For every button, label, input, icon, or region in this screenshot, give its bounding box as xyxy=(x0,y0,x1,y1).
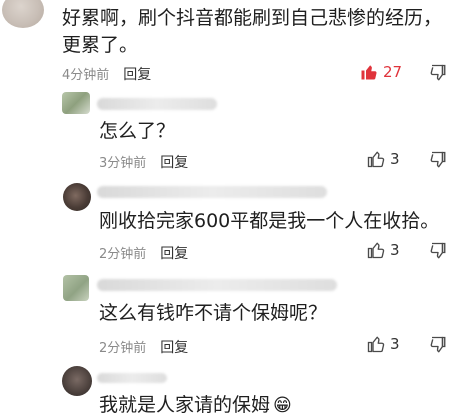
like-button[interactable]: 3 xyxy=(367,150,400,168)
comment-meta: 3分钟前 回复 xyxy=(99,152,188,172)
thumbs-down-icon[interactable] xyxy=(429,336,447,354)
comment-text: 我就是人家请的保姆 😁 xyxy=(99,392,292,417)
comment-meta: 2分钟前 回复 xyxy=(99,337,188,357)
user-avatar[interactable] xyxy=(63,183,91,211)
user-avatar[interactable] xyxy=(62,92,90,114)
comment-time: 3分钟前 xyxy=(99,156,147,171)
username-blurred xyxy=(97,186,327,198)
thumbs-up-icon xyxy=(367,336,385,353)
grinning-emoji-icon: 😁 xyxy=(273,395,292,416)
thumbs-up-icon xyxy=(361,65,377,80)
comment-thread: 好累啊，刷个抖音都能刷到自己悲惨的经历， 更累了。 4分钟前 回复 27 怎么了？… xyxy=(0,0,460,417)
like-button[interactable]: 3 xyxy=(367,241,400,259)
comment-meta: 2分钟前 回复 xyxy=(99,243,188,263)
reply-button[interactable]: 回复 xyxy=(160,340,188,356)
thumbs-up-icon xyxy=(367,151,385,168)
comment-meta: 4分钟前 回复 xyxy=(62,64,151,84)
username-blurred xyxy=(97,98,217,110)
thumbs-down-icon[interactable] xyxy=(429,64,447,82)
like-count: 3 xyxy=(390,150,400,168)
user-avatar[interactable] xyxy=(63,275,89,301)
thumbs-down-icon[interactable] xyxy=(429,242,447,260)
reply-button[interactable]: 回复 xyxy=(123,67,151,83)
comment-text-line: 好累啊，刷个抖音都能刷到自己悲惨的经历， xyxy=(62,7,443,29)
like-count: 3 xyxy=(390,241,400,259)
like-count: 3 xyxy=(390,335,400,353)
comment-text: 怎么了？ xyxy=(99,120,176,142)
comment-time: 2分钟前 xyxy=(99,341,147,356)
username-blurred xyxy=(97,373,167,383)
comment-time: 4分钟前 xyxy=(62,68,110,83)
comment-text: 这么有钱咋不请个保姆呢？ xyxy=(99,302,328,324)
reply-button[interactable]: 回复 xyxy=(160,246,188,262)
comment-text-line: 更累了。 xyxy=(62,34,139,56)
like-button[interactable]: 3 xyxy=(367,335,400,353)
reply-button[interactable]: 回复 xyxy=(160,155,188,171)
user-avatar[interactable] xyxy=(62,366,92,396)
comment-text: 刚收拾完家600平都是我一个人在收拾。 xyxy=(99,210,440,232)
username-blurred xyxy=(97,279,337,291)
comment-text: 好累啊，刷个抖音都能刷到自己悲惨的经历， 更累了。 xyxy=(62,5,442,59)
like-button[interactable]: 27 xyxy=(360,63,402,81)
like-count: 27 xyxy=(383,63,403,81)
thumbs-down-icon[interactable] xyxy=(429,151,447,169)
user-avatar[interactable] xyxy=(2,0,44,28)
thumbs-up-icon xyxy=(367,242,385,259)
comment-text-content: 我就是人家请的保姆 xyxy=(99,394,271,416)
comment-time: 2分钟前 xyxy=(99,247,147,262)
